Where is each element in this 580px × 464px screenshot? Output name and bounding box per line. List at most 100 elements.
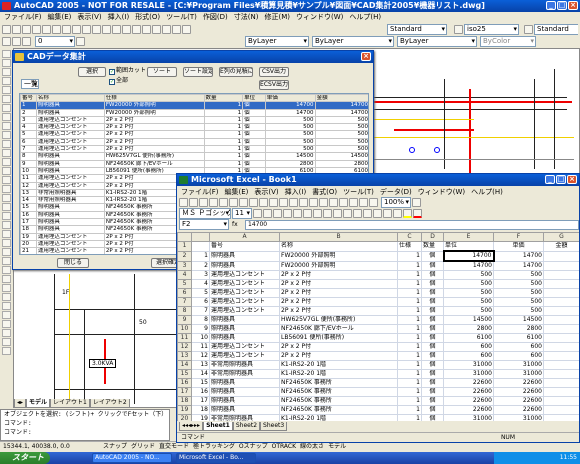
table-row[interactable]: 2 照明器具 FW20000 外部照明 1 個 14700 14700: [20, 108, 368, 117]
excel-menu-item[interactable]: データ(D): [380, 187, 412, 197]
table-cell[interactable]: 500: [493, 279, 544, 289]
table-cell[interactable]: 非常用照明器具: [209, 369, 280, 379]
table-cell[interactable]: NF24650K 事務所: [279, 387, 398, 397]
zoom-combo[interactable]: 100%: [381, 197, 411, 208]
layout-tab[interactable]: モデル: [26, 399, 51, 408]
row-header[interactable]: 1: [177, 241, 192, 252]
table-cell[interactable]: [543, 351, 579, 361]
table-cell[interactable]: 6: [191, 297, 210, 307]
table-cell[interactable]: 照明器具: [209, 324, 280, 334]
table-cell[interactable]: 22600: [443, 378, 494, 388]
table-cell[interactable]: 個: [421, 250, 444, 262]
table-cell[interactable]: [543, 360, 579, 370]
save-icon[interactable]: [199, 198, 208, 207]
save-icon[interactable]: [22, 24, 31, 34]
rotate-icon[interactable]: [1, 275, 11, 283]
cut-icon[interactable]: [259, 198, 268, 207]
table-cell[interactable]: 13: [191, 360, 210, 370]
table-cell[interactable]: 1: [397, 396, 422, 406]
rectangle-icon[interactable]: [1, 86, 11, 94]
undo-icon[interactable]: [92, 24, 101, 34]
print-icon[interactable]: [32, 24, 41, 34]
row-header[interactable]: 18: [177, 396, 192, 406]
help-icon[interactable]: [182, 24, 191, 34]
table-cell[interactable]: 1: [397, 342, 422, 352]
minimize-icon[interactable]: _: [546, 1, 556, 10]
maximize-icon[interactable]: □: [556, 175, 566, 184]
table-cell[interactable]: [543, 250, 579, 262]
table-cell[interactable]: [543, 306, 579, 316]
linetype-combo[interactable]: ByLayer: [312, 35, 394, 47]
row-header[interactable]: 12: [177, 342, 192, 352]
column-header[interactable]: 単位: [242, 94, 266, 103]
outdent-icon[interactable]: [383, 209, 392, 218]
table-cell[interactable]: 16: [191, 387, 210, 397]
offset-icon[interactable]: [1, 248, 11, 256]
table-cell[interactable]: NF24650K 事務所: [279, 378, 398, 388]
table-cell[interactable]: [543, 333, 579, 343]
column-letter[interactable]: G: [543, 232, 579, 242]
table-cell[interactable]: HW625V7GL 便所(事務所): [279, 315, 398, 325]
arc-icon[interactable]: [1, 95, 11, 103]
acad-menu-item[interactable]: ヘルプ(H): [349, 12, 381, 22]
table-cell[interactable]: 1: [397, 288, 422, 298]
row-header[interactable]: 2: [177, 250, 192, 262]
circle-icon[interactable]: [1, 104, 11, 112]
help-icon[interactable]: [412, 198, 421, 207]
acad-menu-item[interactable]: 修正(M): [264, 12, 290, 22]
table-cell[interactable]: 2800: [493, 324, 544, 334]
table-cell[interactable]: 3: [191, 270, 210, 280]
table-cell[interactable]: 22600: [443, 396, 494, 406]
table-cell[interactable]: 1: [397, 351, 422, 361]
column-header[interactable]: 仕様: [103, 94, 205, 103]
acad-titlebar[interactable]: AutoCAD 2005 - NOT FOR RESALE - [C:¥Prog…: [0, 0, 580, 12]
layer-combo[interactable]: 0: [35, 35, 75, 47]
open-icon[interactable]: [12, 24, 21, 34]
hyperlink-icon[interactable]: [319, 198, 328, 207]
table-cell[interactable]: 6100: [493, 333, 544, 343]
merge-icon[interactable]: [313, 209, 322, 218]
percent-icon[interactable]: [333, 209, 342, 218]
table-cell[interactable]: [543, 396, 579, 406]
table-cell[interactable]: 個: [421, 378, 444, 388]
table-cell[interactable]: 22600: [443, 405, 494, 415]
table-cell[interactable]: 600: [443, 342, 494, 352]
status-toggle-button[interactable]: OTRACK: [272, 442, 296, 451]
table-row[interactable]: 3 運用埋込コンセント 2P x 2 P付 1 個 500 500: [20, 115, 368, 125]
column-letter[interactable]: E: [443, 232, 494, 242]
formula-input[interactable]: 14700: [245, 219, 579, 230]
scale-icon[interactable]: [1, 284, 11, 292]
table-cell[interactable]: NF24650K 廊下/EVホール: [279, 324, 398, 334]
tab-nav-arrows[interactable]: ◂▸: [14, 399, 27, 408]
fillet-icon[interactable]: [1, 338, 11, 346]
bold-icon[interactable]: [253, 209, 262, 218]
table-cell[interactable]: 500: [443, 306, 494, 316]
mtext-icon[interactable]: [1, 212, 11, 220]
color-combo[interactable]: ByLayer: [245, 35, 309, 47]
table-cell[interactable]: 14: [191, 369, 210, 379]
fill-color-icon[interactable]: [403, 209, 412, 218]
table-cell[interactable]: 照明器具: [209, 396, 280, 406]
zoom-prev-icon[interactable]: [142, 24, 151, 34]
range-cut-checkbox[interactable]: ✓ 範囲カット: [109, 67, 146, 75]
table-cell[interactable]: 1: [397, 360, 422, 370]
align-center-icon[interactable]: [293, 209, 302, 218]
array-icon[interactable]: [1, 257, 11, 265]
table-cell[interactable]: 個: [421, 405, 444, 415]
paste-icon[interactable]: [72, 24, 81, 34]
sheet-tab[interactable]: Sheet1: [203, 422, 233, 431]
row-header[interactable]: 10: [177, 324, 192, 334]
table-cell[interactable]: 1: [397, 306, 422, 316]
row-header[interactable]: 5: [177, 279, 192, 289]
currency-icon[interactable]: [323, 209, 332, 218]
table-cell[interactable]: 仕様: [397, 241, 422, 252]
column-letter[interactable]: F: [493, 232, 544, 242]
spell-icon[interactable]: [239, 198, 248, 207]
maximize-icon[interactable]: □: [557, 1, 567, 10]
row-header[interactable]: 20: [177, 414, 192, 421]
column-header[interactable]: 番号: [20, 94, 37, 103]
acad-menu-item[interactable]: ファイル(F): [4, 12, 42, 22]
table-cell[interactable]: 個: [421, 360, 444, 370]
table-cell[interactable]: 500: [493, 270, 544, 280]
row-header[interactable]: 8: [177, 306, 192, 316]
